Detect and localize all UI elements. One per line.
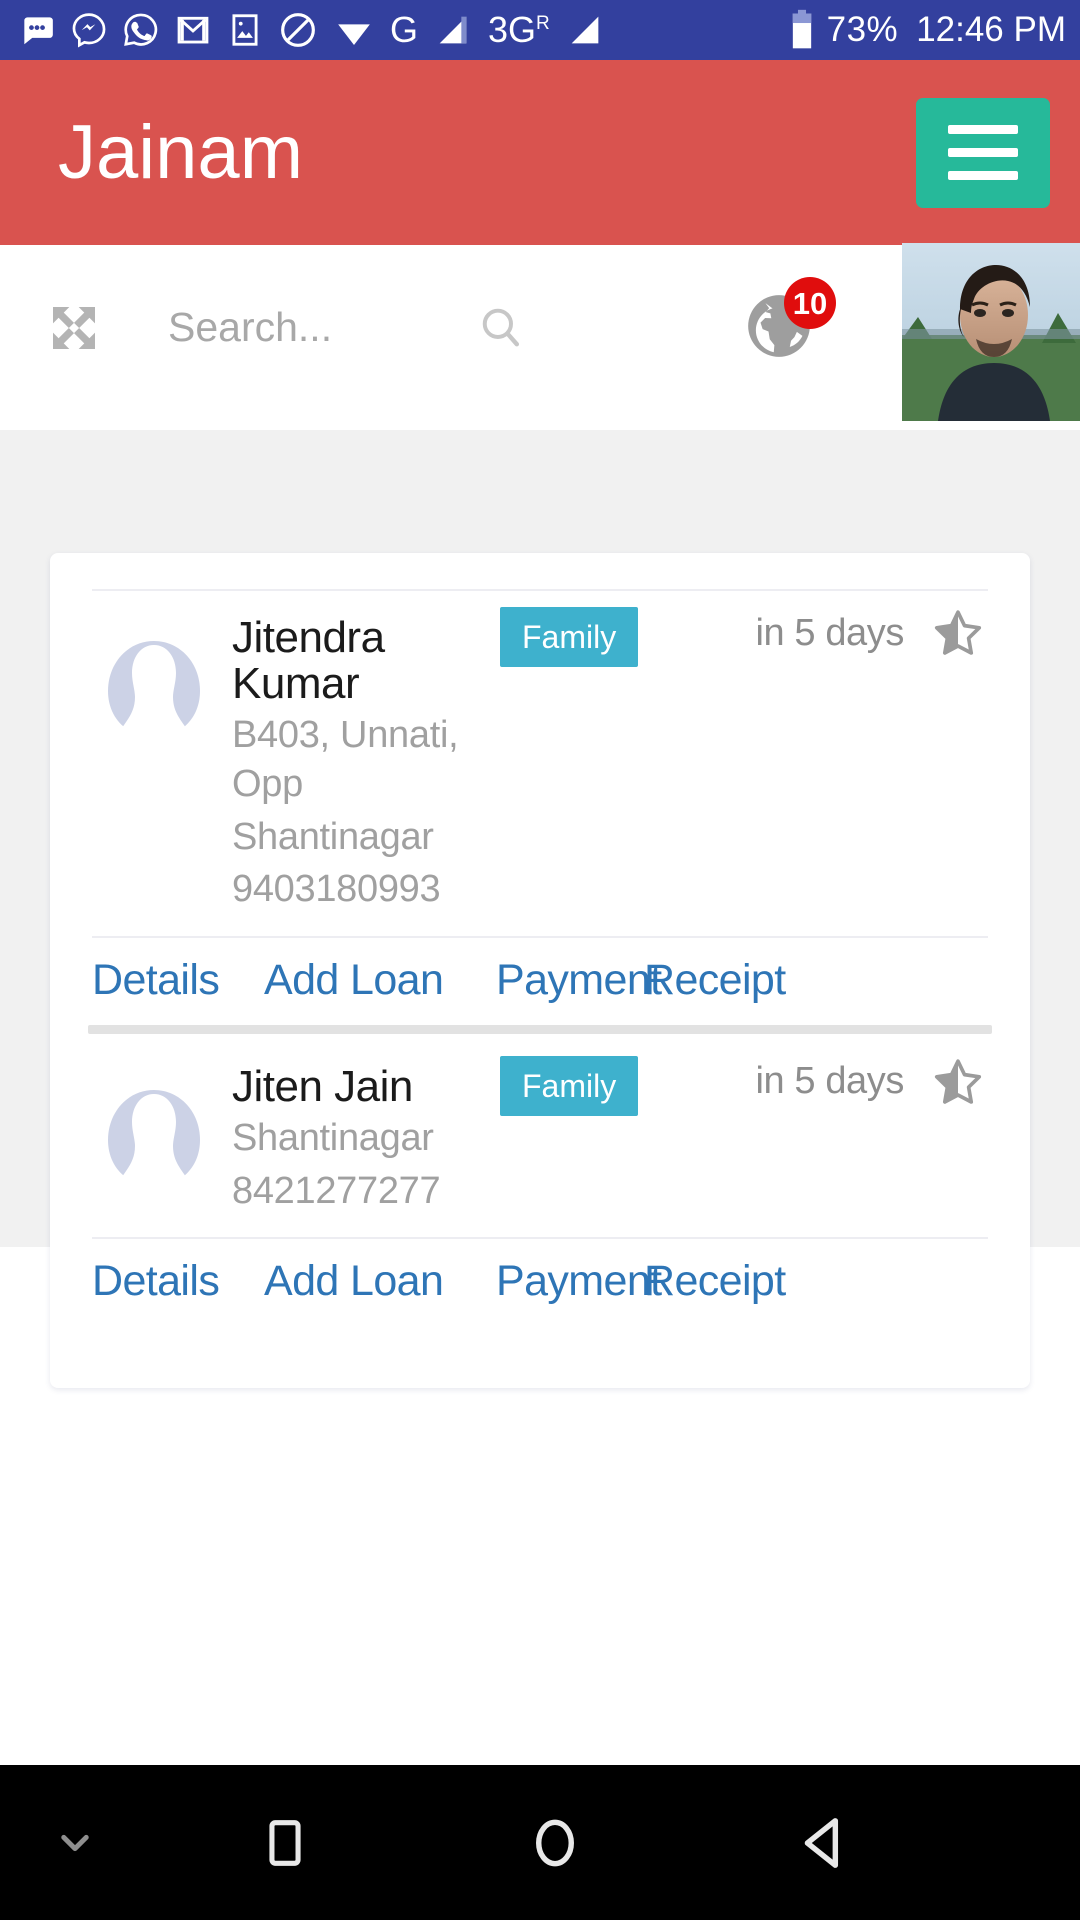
battery-icon bbox=[789, 8, 815, 52]
avatar[interactable] bbox=[902, 243, 1080, 421]
contact-avatar-placeholder-icon bbox=[92, 631, 216, 749]
payment-link[interactable]: Payment bbox=[496, 1257, 662, 1306]
card-bottom-spacer bbox=[92, 1326, 988, 1388]
contact-list-region: Jitendra Kumar B403, Unnati, Opp Shantin… bbox=[0, 430, 1080, 1389]
contact-address-line1: Shantinagar bbox=[232, 1117, 434, 1160]
details-link[interactable]: Details bbox=[92, 956, 264, 1005]
half-star-icon[interactable] bbox=[932, 607, 984, 659]
gmail-icon bbox=[174, 11, 212, 49]
recent-apps-button[interactable] bbox=[150, 1814, 420, 1872]
messenger-icon bbox=[70, 11, 108, 49]
due-date-label: in 5 days bbox=[755, 1060, 905, 1103]
back-triangle-icon bbox=[804, 1817, 839, 1868]
status-bar-system-indicators: 73% 12:46 PM bbox=[789, 8, 1066, 52]
payment-link[interactable]: Payment bbox=[496, 956, 662, 1005]
receipt-link[interactable]: Receipt bbox=[644, 956, 786, 1005]
contact-row[interactable]: Jitendra Kumar B403, Unnati, Opp Shantin… bbox=[92, 591, 988, 914]
square-icon bbox=[269, 1819, 301, 1866]
app-title: Jainam bbox=[58, 109, 303, 195]
receipt-link[interactable]: Receipt bbox=[644, 1257, 786, 1306]
status-badge[interactable]: Family bbox=[500, 607, 639, 667]
half-star-icon[interactable] bbox=[932, 1056, 984, 1108]
notifications-button[interactable]: 10 bbox=[742, 277, 836, 369]
contact-address-line2: Shantinagar bbox=[232, 815, 434, 858]
signal-bars-2-icon bbox=[564, 10, 606, 50]
messages-icon bbox=[18, 11, 56, 49]
contact-address-line1: B403, Unnati, Opp bbox=[232, 714, 459, 805]
hide-keyboard-button[interactable] bbox=[0, 1816, 150, 1870]
add-loan-link[interactable]: Add Loan bbox=[264, 1257, 496, 1306]
search-icon[interactable] bbox=[476, 303, 526, 353]
notification-badge: 10 bbox=[784, 277, 836, 329]
hamburger-menu-button[interactable] bbox=[916, 97, 1050, 208]
contact-info: Jiten Jain Shantinagar 8421277277 bbox=[232, 1056, 500, 1215]
add-loan-link[interactable]: Add Loan bbox=[264, 956, 496, 1005]
contact-due-column: in 5 days bbox=[652, 1056, 988, 1108]
photo-icon bbox=[226, 11, 264, 49]
network-type-3g-label: 3GR bbox=[488, 9, 550, 50]
hamburger-icon-line bbox=[948, 148, 1018, 157]
phone-screen: G 3GR 73% 12:46 PM Jainam Search... 10 J… bbox=[0, 0, 1080, 1920]
circle-icon bbox=[536, 1819, 574, 1866]
contact-actions: Details Add Loan Payment Receipt bbox=[92, 938, 988, 1025]
contact-avatar-placeholder-icon bbox=[92, 1080, 216, 1198]
status-bar: G 3GR 73% 12:46 PM bbox=[0, 0, 1080, 60]
clock-label: 12:46 PM bbox=[916, 10, 1066, 49]
do-not-disturb-icon bbox=[278, 10, 318, 50]
due-date-label: in 5 days bbox=[755, 611, 905, 654]
contact-tag-column: Family bbox=[500, 607, 652, 667]
contact-due-column: in 5 days bbox=[652, 607, 988, 659]
network-type-g-label: G bbox=[390, 9, 419, 50]
contact-list-card: Jitendra Kumar B403, Unnati, Opp Shantin… bbox=[50, 553, 1030, 1389]
hamburger-icon-line bbox=[948, 125, 1018, 134]
contact-name: Jiten Jain bbox=[232, 1061, 413, 1111]
contact-info: Jitendra Kumar B403, Unnati, Opp Shantin… bbox=[232, 607, 500, 914]
whatsapp-icon bbox=[122, 11, 160, 49]
home-button[interactable] bbox=[420, 1812, 690, 1874]
expand-icon[interactable] bbox=[46, 300, 102, 356]
contact-name: Jitendra Kumar bbox=[232, 613, 385, 709]
status-bar-notification-icons: G 3GR bbox=[18, 10, 789, 50]
contact-phone: 8421277277 bbox=[232, 1169, 441, 1212]
chevron-down-icon bbox=[61, 1834, 89, 1851]
contact-actions: Details Add Loan Payment Receipt bbox=[92, 1239, 988, 1326]
status-badge[interactable]: Family bbox=[500, 1055, 639, 1116]
contact-row[interactable]: Jiten Jain Shantinagar 8421277277 Family… bbox=[92, 1034, 988, 1215]
hamburger-icon-line bbox=[948, 171, 1018, 180]
android-navigation-bar bbox=[0, 1765, 1080, 1920]
signal-bars-1-icon bbox=[432, 10, 474, 50]
search-bar: 10 bbox=[0, 243, 1080, 421]
globe-icon bbox=[742, 295, 816, 367]
back-button[interactable] bbox=[690, 1812, 960, 1874]
battery-percent-label: 73% bbox=[826, 10, 899, 49]
roaming-superscript: R bbox=[536, 13, 550, 34]
app-bar: Jainam bbox=[0, 60, 1080, 245]
search-input[interactable] bbox=[168, 304, 458, 351]
contact-phone: 9403180993 bbox=[232, 868, 441, 911]
details-link[interactable]: Details bbox=[92, 1257, 264, 1306]
wifi-icon bbox=[332, 10, 376, 50]
contact-tag-column: Family bbox=[500, 1055, 652, 1116]
avatar-photo bbox=[902, 243, 1080, 421]
contact-separator bbox=[88, 1024, 992, 1034]
